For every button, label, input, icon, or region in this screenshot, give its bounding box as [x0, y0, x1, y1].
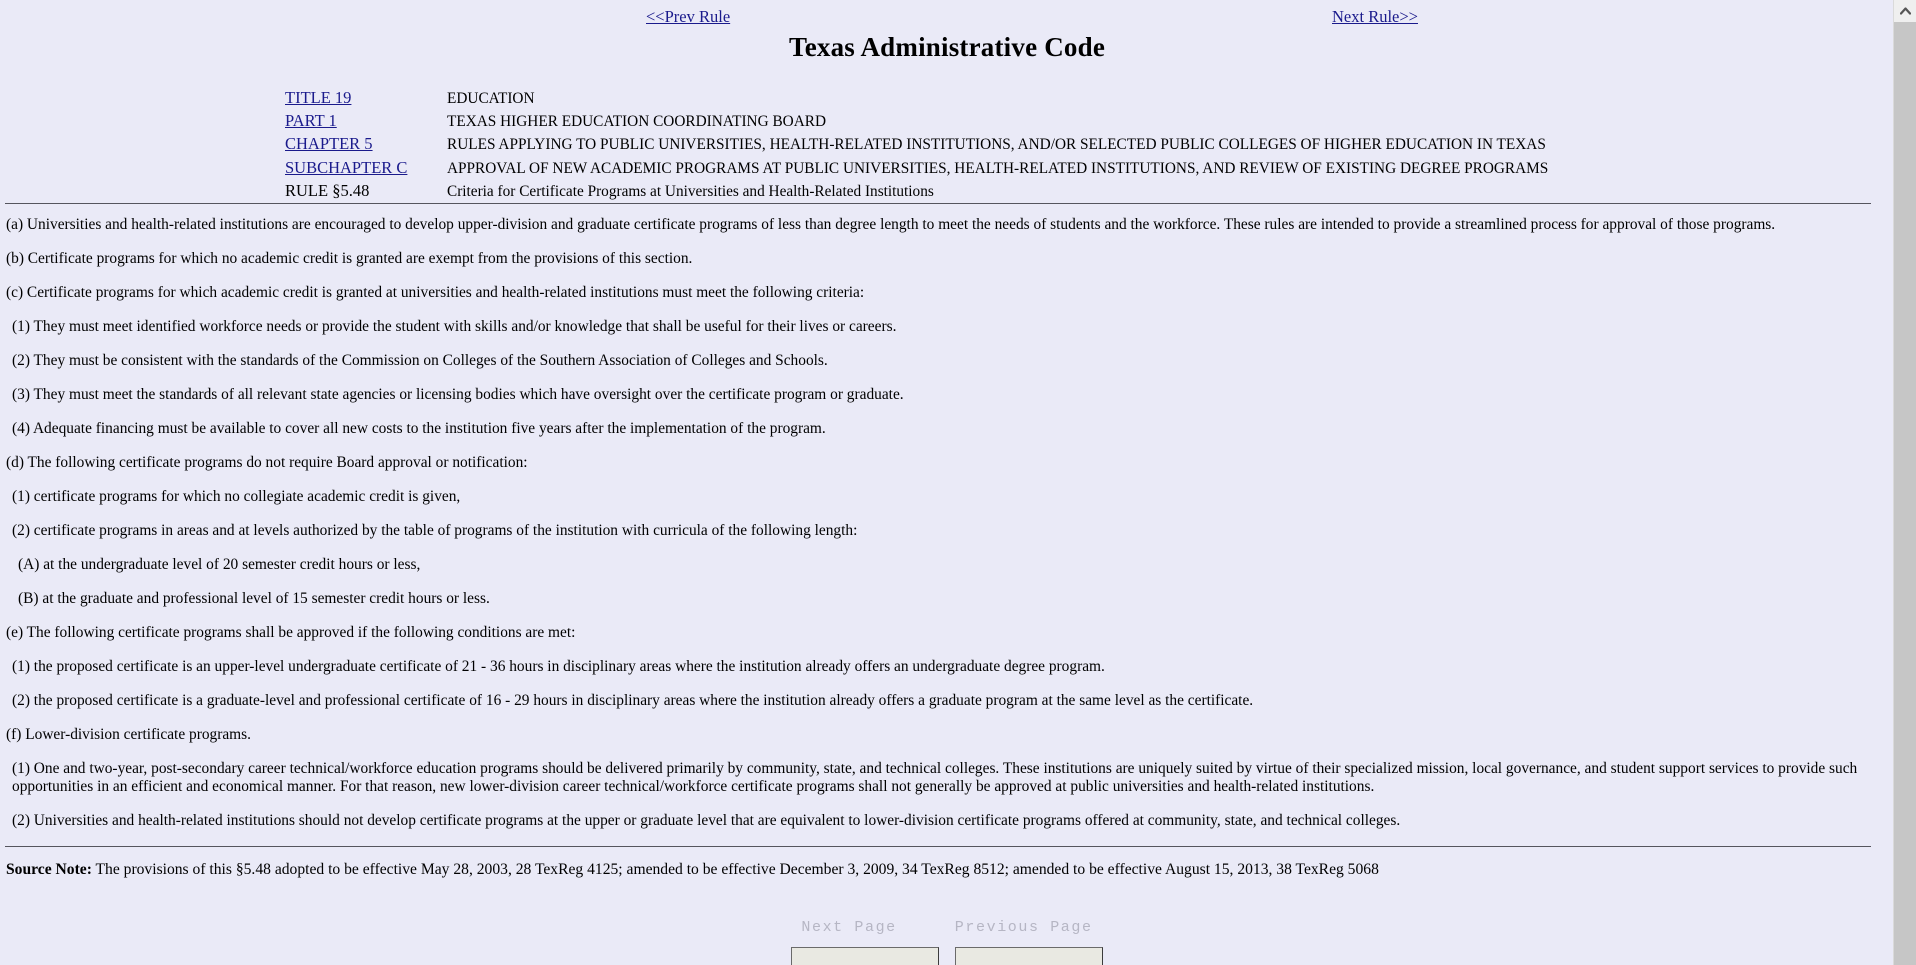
page-title: Texas Administrative Code — [788, 32, 1105, 62]
rule-paragraph: (A) at the undergraduate level of 20 sem… — [18, 556, 421, 574]
breadcrumb-row-rule: RULE §5.48 Criteria for Certificate Prog… — [285, 180, 1894, 203]
rule-paragraph: (4) Adequate financing must be available… — [12, 420, 826, 438]
rule-paragraph: (2) Universities and health-related inst… — [12, 812, 1401, 830]
divider-bottom — [5, 846, 1871, 848]
breadcrumb-link-part[interactable]: PART 1 — [285, 110, 447, 132]
rule-paragraph: (2) certificate programs in areas and at… — [12, 522, 858, 540]
source-note-label: Source Note: — [6, 861, 92, 879]
rule-paragraph: (d) The following certificate programs d… — [6, 454, 528, 472]
footer: Next Page Previous Page — [0, 919, 1894, 965]
rule-paragraph: (a) Universities and health-related inst… — [6, 216, 1776, 234]
source-note: Source Note: The provisions of this §5.4… — [0, 861, 1894, 879]
rule-paragraph: (2) They must be consistent with the sta… — [12, 352, 828, 370]
breadcrumb-value-title: EDUCATION — [447, 90, 535, 107]
rule-paragraph: (1) the proposed certificate is an upper… — [12, 658, 1105, 676]
breadcrumb-link-subchapter[interactable]: SUBCHAPTER C — [285, 157, 447, 179]
scroll-up-arrow-icon[interactable] — [1894, 0, 1916, 22]
breadcrumb-value-rule: Criteria for Certificate Programs at Uni… — [447, 182, 934, 200]
breadcrumb-label-rule: RULE §5.48 — [285, 180, 370, 200]
vertical-scrollbar[interactable] — [1893, 0, 1916, 965]
rule-paragraph: (3) They must meet the standards of all … — [12, 386, 904, 404]
breadcrumb-value-subchapter: APPROVAL OF NEW ACADEMIC PROGRAMS AT PUB… — [447, 159, 1549, 177]
divider-top — [5, 203, 1871, 205]
source-note-text: The provisions of this §5.48 adopted to … — [91, 861, 1379, 879]
breadcrumb-value-chapter: RULES APPLYING TO PUBLIC UNIVERSITIES, H… — [447, 136, 1546, 154]
prev-rule-link[interactable]: <<Prev Rule — [646, 7, 730, 27]
next-page-button[interactable] — [791, 947, 939, 965]
rule-paragraph: (c) Certificate programs for which acade… — [6, 284, 865, 302]
rule-paragraph: (e) The following certificate programs s… — [6, 624, 576, 642]
breadcrumb-row-chapter: CHAPTER 5 RULES APPLYING TO PUBLIC UNIVE… — [285, 133, 1894, 156]
footer-buttons — [0, 947, 1894, 965]
footer-labels: Next Page Previous Page — [0, 919, 1894, 936]
previous-page-label: Previous Page — [954, 919, 1093, 937]
rule-paragraph: (1) certificate programs for which no co… — [12, 488, 461, 506]
rule-paragraph: (f) Lower-division certificate programs. — [6, 726, 251, 744]
rule-paragraph: (1) One and two-year, post-secondary car… — [12, 760, 1858, 796]
rule-paragraph: (b) Certificate programs for which no ac… — [6, 250, 693, 268]
next-rule-link[interactable]: Next Rule>> — [1332, 7, 1418, 27]
breadcrumb-link-chapter[interactable]: CHAPTER 5 — [285, 133, 447, 155]
breadcrumb-row-subchapter: SUBCHAPTER C APPROVAL OF NEW ACADEMIC PR… — [285, 157, 1894, 180]
rule-paragraph: (B) at the graduate and professional lev… — [18, 590, 490, 608]
breadcrumb: TITLE 19 EDUCATION PART 1 TEXAS HIGHER E… — [285, 87, 1894, 203]
breadcrumb-value-part: TEXAS HIGHER EDUCATION COORDINATING BOAR… — [447, 113, 827, 131]
rule-paragraph: (2) the proposed certificate is a gradua… — [12, 692, 1254, 710]
breadcrumb-link-title[interactable]: TITLE 19 — [285, 87, 447, 109]
next-page-label: Next Page — [801, 919, 897, 937]
scrollbar-thumb[interactable] — [1894, 22, 1916, 542]
previous-page-button[interactable] — [955, 947, 1103, 965]
page-root: <<Prev Rule Next Rule>> Texas Administra… — [0, 0, 1894, 965]
breadcrumb-row-title: TITLE 19 EDUCATION — [285, 87, 1894, 110]
top-navigation: <<Prev Rule Next Rule>> — [0, 0, 1894, 30]
breadcrumb-row-part: PART 1 TEXAS HIGHER EDUCATION COORDINATI… — [285, 110, 1894, 133]
rule-body: (a) Universities and health-related inst… — [0, 216, 1894, 830]
rule-paragraph: (1) They must meet identified workforce … — [12, 318, 897, 336]
